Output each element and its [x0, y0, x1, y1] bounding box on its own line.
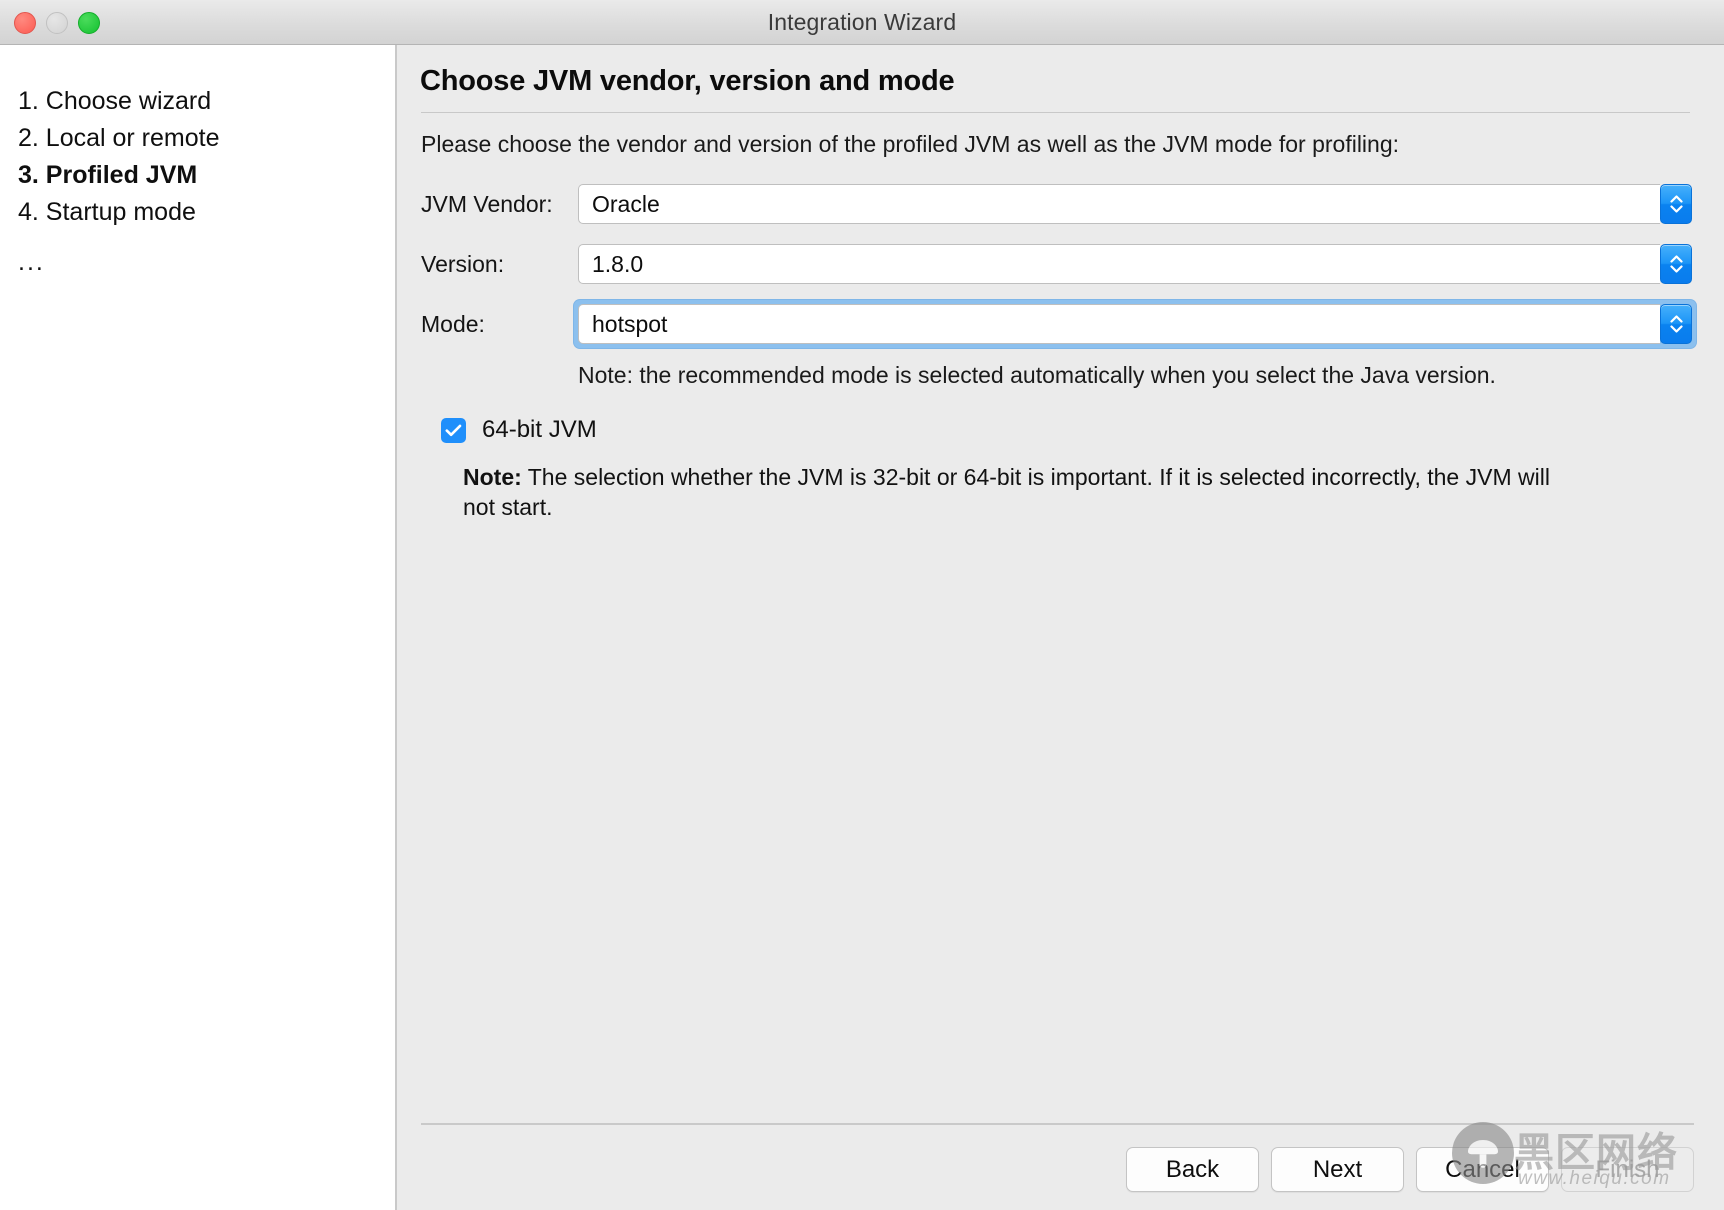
jvm-vendor-combo-wrap: Oracle: [574, 180, 1696, 228]
sidebar-step-startup-mode[interactable]: 4. Startup mode: [18, 194, 395, 230]
jvm-vendor-select[interactable]: Oracle: [578, 184, 1692, 224]
footer-buttons: Back Next Cancel Finish: [419, 1147, 1696, 1192]
main-content: Choose JVM vendor, version and mode Plea…: [397, 45, 1724, 1123]
finish-button: Finish: [1561, 1147, 1694, 1192]
window-controls: [14, 0, 100, 45]
jvm-vendor-stepper-icon[interactable]: [1660, 184, 1692, 224]
checkbox-checked-icon[interactable]: [441, 417, 466, 443]
chevron-up-icon: [1669, 315, 1683, 323]
window-title: Integration Wizard: [767, 8, 957, 35]
mode-combo-wrap: hotspot: [574, 300, 1696, 348]
version-stepper-icon[interactable]: [1660, 244, 1692, 284]
minimize-window-button[interactable]: [46, 11, 68, 34]
jvm-vendor-row: JVM Vendor: Oracle: [419, 180, 1696, 228]
window-body: 1. Choose wizard 2. Local or remote 3. P…: [0, 45, 1724, 1210]
footer-divider: [421, 1123, 1694, 1125]
sidebar-step-local-or-remote[interactable]: 2. Local or remote: [18, 120, 395, 156]
mode-stepper-icon[interactable]: [1660, 304, 1692, 344]
64bit-note-text: The selection whether the JVM is 32-bit …: [463, 464, 1550, 520]
version-combo-wrap: 1.8.0: [574, 240, 1696, 288]
window-titlebar: Integration Wizard: [0, 0, 1724, 45]
mode-row: Mode: hotspot: [419, 300, 1696, 348]
mode-select[interactable]: hotspot: [578, 304, 1692, 344]
close-window-button[interactable]: [14, 11, 36, 34]
chevron-down-icon: [1669, 325, 1683, 333]
sidebar-step-more: ...: [18, 248, 45, 276]
page-title: Choose JVM vendor, version and mode: [420, 65, 955, 97]
jvm-form: JVM Vendor: Oracle Version: 1.8.0 Mode: …: [419, 180, 1696, 522]
integration-wizard-window: Integration Wizard 1. Choose wizard 2. L…: [0, 0, 1724, 1210]
mode-value[interactable]: hotspot: [578, 304, 1660, 344]
intro-text: Please choose the vendor and version of …: [421, 131, 1400, 157]
main-panel: Choose JVM vendor, version and mode Plea…: [397, 45, 1724, 1210]
version-row: Version: 1.8.0: [419, 240, 1696, 288]
64bit-note-prefix: Note:: [463, 464, 522, 490]
jvm-vendor-label: JVM Vendor:: [421, 190, 553, 217]
version-label: Version:: [421, 250, 505, 277]
wizard-footer: Back Next Cancel Finish: [397, 1123, 1724, 1210]
cancel-button[interactable]: Cancel: [1416, 1147, 1549, 1192]
chevron-up-icon: [1669, 255, 1683, 263]
title-divider: [421, 112, 1690, 113]
next-button[interactable]: Next: [1271, 1147, 1404, 1192]
version-select[interactable]: 1.8.0: [578, 244, 1692, 284]
64bit-jvm-label: 64-bit JVM: [482, 416, 597, 443]
sidebar-step-choose-wizard[interactable]: 1. Choose wizard: [18, 83, 395, 119]
chevron-up-icon: [1669, 195, 1683, 203]
mode-label: Mode:: [421, 310, 485, 337]
chevron-down-icon: [1669, 265, 1683, 273]
64bit-jvm-checkbox-row[interactable]: 64-bit JVM: [419, 416, 1696, 444]
zoom-window-button[interactable]: [78, 11, 100, 34]
sidebar-step-profiled-jvm[interactable]: 3. Profiled JVM: [18, 157, 395, 193]
64bit-note: Note: The selection whether the JVM is 3…: [463, 462, 1573, 522]
version-value[interactable]: 1.8.0: [578, 244, 1660, 284]
jvm-vendor-value[interactable]: Oracle: [578, 184, 1660, 224]
back-button[interactable]: Back: [1126, 1147, 1259, 1192]
chevron-down-icon: [1669, 205, 1683, 213]
wizard-steps-sidebar: 1. Choose wizard 2. Local or remote 3. P…: [0, 45, 397, 1210]
mode-note: Note: the recommended mode is selected a…: [578, 362, 1496, 388]
